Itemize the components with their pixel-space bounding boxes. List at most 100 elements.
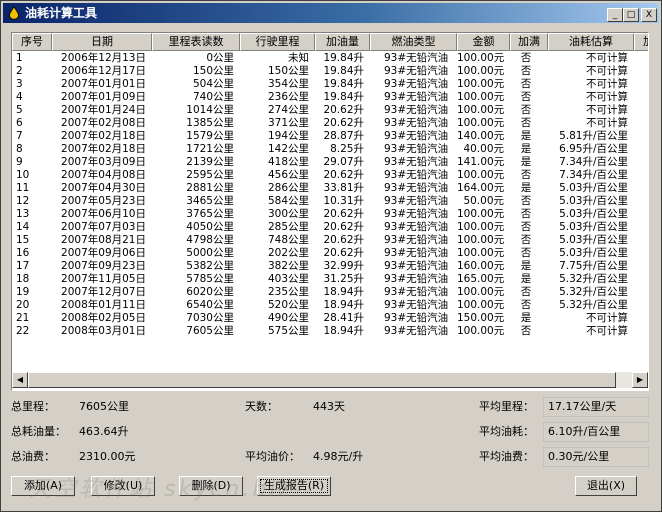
table-cell: 否 <box>520 234 532 246</box>
table-cell: 20.62升 <box>323 104 364 116</box>
table-cell: 504公里 <box>192 78 234 90</box>
table-row[interactable]: 10 2007年04月08日 2595公里 456公里 20.62升 93#无铅汽油 100… <box>12 169 648 181</box>
table-cell: 2 <box>16 65 23 77</box>
table-cell: 是 <box>520 260 532 272</box>
table-row[interactable]: 6 2007年02月08日 1385公里 371公里 20.62升 93#无铅汽油 100.… <box>12 117 648 129</box>
close-button[interactable]: X <box>641 8 657 22</box>
table-row[interactable]: 4 2007年01月09日 740公里 236公里 19.84升 93#无铅汽油 100.0… <box>12 91 648 103</box>
table-row[interactable]: 3 2007年01月01日 504公里 354公里 19.84升 93#无铅汽油 100.0… <box>12 78 648 90</box>
table-cell: 93#无铅汽油 <box>384 182 449 194</box>
table-row[interactable]: 13 2007年06月10日 3765公里 300公里 20.62升 93#无铅汽油 100… <box>12 208 648 220</box>
table-cell: 20.62升 <box>323 169 364 181</box>
table-cell: 93#无铅汽油 <box>384 91 449 103</box>
table-row[interactable]: 15 2007年08月21日 4798公里 748公里 20.62升 93#无铅汽油 100… <box>12 234 648 246</box>
table-cell: 93#无铅汽油 <box>384 273 449 285</box>
column-header[interactable]: 行驶里程 <box>240 33 315 51</box>
table-cell: 5 <box>16 104 23 116</box>
table-cell: 2007年01月01日 <box>61 78 146 90</box>
generate-report-button[interactable]: 生成报告(R) <box>257 476 331 496</box>
table-cell: 2007年02月08日 <box>61 117 146 129</box>
table-row[interactable]: 12 2007年05月23日 3465公里 584公里 10.31升 93#无铅汽油 50.… <box>12 195 648 207</box>
table-row[interactable]: 21 2008年02月05日 7030公里 490公里 28.41升 93#无铅汽油 150… <box>12 312 648 324</box>
table-row[interactable]: 16 2007年09月06日 5000公里 202公里 20.62升 93#无铅汽油 100… <box>12 247 648 259</box>
table-cell: 7605公里 <box>186 325 234 337</box>
maximize-button[interactable]: □ <box>623 8 639 22</box>
table-cell: 32.99升 <box>323 260 364 272</box>
table-cell: 18.94升 <box>323 286 364 298</box>
table-row[interactable]: 14 2007年07月03日 4050公里 285公里 20.62升 93#无铅汽油 100… <box>12 221 648 233</box>
column-header[interactable]: 日期 <box>52 33 152 51</box>
table-row[interactable]: 18 2007年11月05日 5785公里 403公里 31.25升 93#无铅汽油 165… <box>12 273 648 285</box>
delete-button[interactable]: 删除(D) <box>179 476 243 496</box>
table-cell: 28.41升 <box>323 312 364 324</box>
column-header[interactable]: 油耗估算 <box>548 33 634 51</box>
table-cell: 是 <box>520 312 532 324</box>
column-header[interactable]: 序号 <box>12 33 52 51</box>
table-cell: 8.25升 <box>330 143 364 155</box>
column-header[interactable]: 加满 <box>510 33 548 51</box>
table-cell: 21 <box>16 312 30 324</box>
table-cell: 2008年01月11日 <box>61 299 146 311</box>
table-row[interactable]: 5 2007年01月24日 1014公里 274公里 20.62升 93#无铅汽油 100.… <box>12 104 648 116</box>
table-cell: 4 <box>16 91 23 103</box>
table-cell: 否 <box>520 195 532 207</box>
table-row[interactable]: 8 2007年02月18日 1721公里 142公里 8.25升 93#无铅汽油 40.00… <box>12 143 648 155</box>
table-cell: 5.32升/百公里 <box>559 273 628 285</box>
avg-mileage-label: 平均里程： <box>479 400 534 413</box>
table-cell: 20.62升 <box>323 247 364 259</box>
exit-button[interactable]: 退出(X) <box>575 476 637 496</box>
window-title: 油耗计算工具 <box>25 6 98 20</box>
table-cell: 5.03升/百公里 <box>559 234 628 246</box>
table-cell: 15 <box>16 234 30 246</box>
table-cell: 2007年01月24日 <box>61 104 146 116</box>
table-row[interactable]: 2 2006年12月17日 150公里 150公里 19.84升 93#无铅汽油 100.0… <box>12 65 648 77</box>
total-cost-value: 2310.00元 <box>79 450 136 463</box>
table-cell: 93#无铅汽油 <box>384 130 449 142</box>
table-cell: 是 <box>520 143 532 155</box>
table-row[interactable]: 17 2007年09月23日 5382公里 382公里 32.99升 93#无铅汽油 160… <box>12 260 648 272</box>
table-cell: 584公里 <box>267 195 309 207</box>
minimize-button[interactable]: _ <box>607 8 623 22</box>
table-cell: 7030公里 <box>186 312 234 324</box>
table-row[interactable]: 1 2006年12月13日 0公里 未知 19.84升 93#无铅汽油 100.00元 否 不可… <box>12 52 648 64</box>
table-cell: 7.34升/百公里 <box>559 169 628 181</box>
table-cell: 2139公里 <box>186 156 234 168</box>
table-row[interactable]: 20 2008年01月11日 6540公里 520公里 18.94升 93#无铅汽油 100… <box>12 299 648 311</box>
scroll-left-icon[interactable]: ◀ <box>12 372 28 388</box>
table-cell: 否 <box>520 299 532 311</box>
column-header[interactable]: 加油 <box>634 33 648 51</box>
column-header[interactable]: 金额 <box>457 33 510 51</box>
table-row[interactable]: 19 2007年12月07日 6020公里 235公里 18.94升 93#无铅汽油 100… <box>12 286 648 298</box>
table-cell: 1385公里 <box>186 117 234 129</box>
table-row[interactable]: 22 2008年03月01日 7605公里 575公里 18.94升 93#无铅汽油 100… <box>12 325 648 337</box>
fuel-record-list[interactable]: 序号日期里程表读数行驶里程加油量燃油类型金额加满油耗估算加油 1 2006年12月… <box>11 32 649 391</box>
horizontal-scrollbar[interactable]: ◀ ▶ <box>12 372 648 388</box>
table-cell: 100.00元 <box>457 78 505 90</box>
table-cell: 18 <box>16 273 30 285</box>
table-cell: 40.00元 <box>463 143 504 155</box>
table-cell: 150公里 <box>192 65 234 77</box>
edit-button[interactable]: 修改(U) <box>91 476 155 496</box>
table-cell: 100.00元 <box>457 169 505 181</box>
table-cell: 141.00元 <box>457 156 505 168</box>
table-row[interactable]: 11 2007年04月30日 2881公里 286公里 33.81升 93#无铅汽油 164… <box>12 182 648 194</box>
total-fuel-label: 总耗油量： <box>11 425 66 438</box>
table-row[interactable]: 7 2007年02月18日 1579公里 194公里 28.87升 93#无铅汽油 140.… <box>12 130 648 142</box>
column-header[interactable]: 里程表读数 <box>152 33 240 51</box>
days-value: 443天 <box>313 400 345 413</box>
scroll-right-icon[interactable]: ▶ <box>632 372 648 388</box>
table-cell: 93#无铅汽油 <box>384 169 449 181</box>
table-cell: 13 <box>16 208 30 220</box>
scroll-thumb[interactable] <box>28 372 616 388</box>
add-button[interactable]: 添加(A) <box>11 476 75 496</box>
table-row[interactable]: 9 2007年03月09日 2139公里 418公里 29.07升 93#无铅汽油 141.… <box>12 156 648 168</box>
title-bar[interactable]: 油耗计算工具 _ □ X <box>3 3 659 23</box>
table-cell: 100.00元 <box>457 65 505 77</box>
table-cell: 20.62升 <box>323 234 364 246</box>
table-cell: 164.00元 <box>457 182 505 194</box>
table-cell: 300公里 <box>267 208 309 220</box>
table-cell: 93#无铅汽油 <box>384 260 449 272</box>
table-cell: 2007年02月18日 <box>61 143 146 155</box>
column-header[interactable]: 加油量 <box>315 33 370 51</box>
column-header[interactable]: 燃油类型 <box>370 33 457 51</box>
